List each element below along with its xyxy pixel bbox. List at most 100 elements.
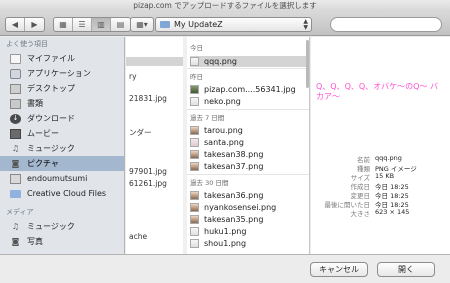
back-button[interactable]: ◀ [6, 18, 25, 31]
sidebar-item-media-music[interactable]: ♫ ミュージック [0, 219, 124, 234]
preview-pane: Q、Q、Q、Q、オバケ〜のQ〜 バカア〜 名前 qqq.png 種類 PNG イメー… [311, 37, 450, 254]
sidebar-item-label: Creative Cloud Files [27, 189, 107, 198]
favorites-header: よく使う項目 [6, 40, 48, 48]
sidebar-item-pictures[interactable]: ◙ ピクチャ [0, 156, 124, 171]
folder-icon [160, 21, 170, 28]
file-row-takesan37[interactable]: takesan37.png [190, 161, 308, 172]
sidebar-item-home[interactable]: endoumutsumi [0, 171, 124, 186]
history-nav: ◀ ▶ [5, 17, 45, 32]
sidebar-item-label: ダウンロード [27, 114, 75, 123]
image-thumbnail-icon [190, 138, 199, 147]
list-item[interactable]: 97901.jpg [126, 167, 183, 176]
sidebar-item-label: ミュージック [27, 222, 75, 231]
file-name: takesan38.png [204, 150, 264, 159]
sidebar-item-movies[interactable]: ムービー [0, 126, 124, 141]
arrange-button[interactable]: ▦▾ [131, 18, 153, 31]
sidebar-item-label: ミュージック [27, 144, 75, 153]
sidebar-item-media-photos[interactable]: ◙ 写真 [0, 234, 124, 249]
button-bar: キャンセル 開く [0, 254, 450, 283]
sidebar-item-label: endoumutsumi [27, 174, 88, 183]
list-item[interactable]: 61261.jpg [126, 179, 183, 188]
image-thumbnail-icon [190, 126, 199, 135]
image-thumbnail-icon [190, 203, 199, 212]
info-row-kind: 種類 PNG イメージ [311, 163, 450, 173]
sidebar-item-label: マイファイル [27, 54, 75, 63]
file-row-takesan35[interactable]: takesan35.png [190, 214, 308, 225]
camera-icon: ◙ [11, 237, 20, 246]
arrange-menu: ▦▾ [130, 17, 154, 32]
sidebar-item-music[interactable]: ♫ ミュージック [0, 141, 124, 156]
list-item[interactable]: 21831.jpg [126, 94, 183, 103]
sidebar-item-label: ムービー [27, 129, 59, 138]
section-header-today: 今日 [190, 44, 203, 52]
file-row-huku1[interactable]: huku1.png [190, 226, 308, 237]
file-row-takesan38[interactable]: takesan38.png [190, 149, 308, 160]
list-view-button[interactable]: ☰ [73, 18, 92, 31]
books-icon [10, 98, 21, 109]
sidebar-item-downloads[interactable]: ↓ ダウンロード [0, 111, 124, 126]
list-item[interactable]: ンダー [126, 127, 183, 138]
view-switcher: ▦ ☰ ▥ ▤ [53, 17, 131, 32]
parent-folder-column[interactable]: ry 21831.jpg ンダー 97901.jpg 61261.jpg ach… [126, 37, 184, 254]
sidebar-item-label: ピクチャ [27, 159, 59, 168]
desktop-icon [10, 83, 21, 94]
info-row-size: サイズ 15 KB [311, 172, 450, 182]
camera-icon: ◙ [11, 159, 20, 168]
file-row-takesan36[interactable]: takesan36.png [190, 190, 308, 201]
icon-view-button[interactable]: ▦ [54, 18, 73, 31]
location-label: My UpdateZ [174, 20, 223, 29]
file-row-nyankosensei[interactable]: nyankosensei.png [190, 202, 308, 213]
list-item[interactable]: ry [126, 72, 183, 81]
search-input[interactable] [330, 17, 442, 32]
png-thumbnail-icon [190, 239, 199, 248]
info-row-dimensions: 大きさ 623 × 145 [311, 208, 450, 218]
sidebar-item-creative-cloud[interactable]: Creative Cloud Files [0, 186, 124, 201]
icon-view-icon: ▦ [59, 20, 67, 29]
file-row-tarou[interactable]: tarou.png [190, 125, 308, 136]
applications-icon [10, 68, 21, 79]
info-value: 15 KB [375, 172, 395, 180]
forward-button[interactable]: ▶ [25, 18, 44, 31]
file-row-qqq[interactable]: qqq.png [190, 56, 308, 67]
file-row-shou1[interactable]: shou1.png [190, 238, 308, 249]
info-row-last-opened: 最後に開いた日 今日 18:25 [311, 199, 450, 209]
info-value: 623 × 145 [375, 208, 410, 216]
column-view-button[interactable]: ▥ [92, 18, 111, 31]
file-name: santa.png [204, 138, 244, 147]
file-row-santa[interactable]: santa.png [190, 137, 308, 148]
list-item[interactable]: ache [126, 232, 183, 241]
info-row-name: 名前 qqq.png [311, 154, 450, 164]
file-name: huku1.png [204, 227, 247, 236]
sidebar-item-applications[interactable]: アプリケーション [0, 66, 124, 81]
image-thumbnail-icon [190, 191, 199, 200]
home-icon [10, 173, 21, 184]
png-thumbnail-icon [190, 97, 199, 106]
coverflow-view-button[interactable]: ▤ [111, 18, 130, 31]
coverflow-view-icon: ▤ [116, 20, 125, 29]
info-row-created: 作成日 今日 18:25 [311, 181, 450, 191]
file-column[interactable]: 今日 qqq.png 昨日 pizap.com....56341.jpg nek… [187, 37, 310, 254]
preview-image-text: Q、Q、Q、Q、オバケ〜のQ〜 バカア〜 [316, 82, 439, 101]
list-view-icon: ☰ [78, 20, 86, 29]
open-button[interactable]: 開く [377, 262, 435, 277]
file-row-pizap[interactable]: pizap.com....56341.jpg [190, 84, 308, 95]
file-name: qqq.png [204, 57, 238, 66]
chevron-left-icon: ◀ [11, 20, 19, 29]
image-thumbnail-icon [190, 215, 199, 224]
divider [187, 109, 309, 110]
sidebar-item-desktop[interactable]: デスクトップ [0, 81, 124, 96]
file-row-neko[interactable]: neko.png [190, 96, 308, 107]
file-name: shou1.png [204, 239, 247, 248]
file-name: takesan36.png [204, 191, 264, 200]
sidebar-item-documents[interactable]: 書類 [0, 96, 124, 111]
location-popup[interactable]: My UpdateZ ▲ ▼ [155, 17, 312, 32]
selected-folder-row[interactable] [126, 57, 183, 66]
sidebar-item-label: デスクトップ [27, 84, 75, 93]
column-view-icon: ▥ [97, 20, 105, 29]
sidebar-item-my-files[interactable]: マイファイル [0, 51, 124, 66]
section-header-30days: 過去 30 日間 [190, 179, 229, 187]
file-column-scrollbar[interactable] [306, 40, 309, 88]
cancel-button[interactable]: キャンセル [310, 262, 368, 277]
jpg-thumbnail-icon [190, 85, 199, 94]
chevron-right-icon: ▶ [31, 20, 38, 29]
